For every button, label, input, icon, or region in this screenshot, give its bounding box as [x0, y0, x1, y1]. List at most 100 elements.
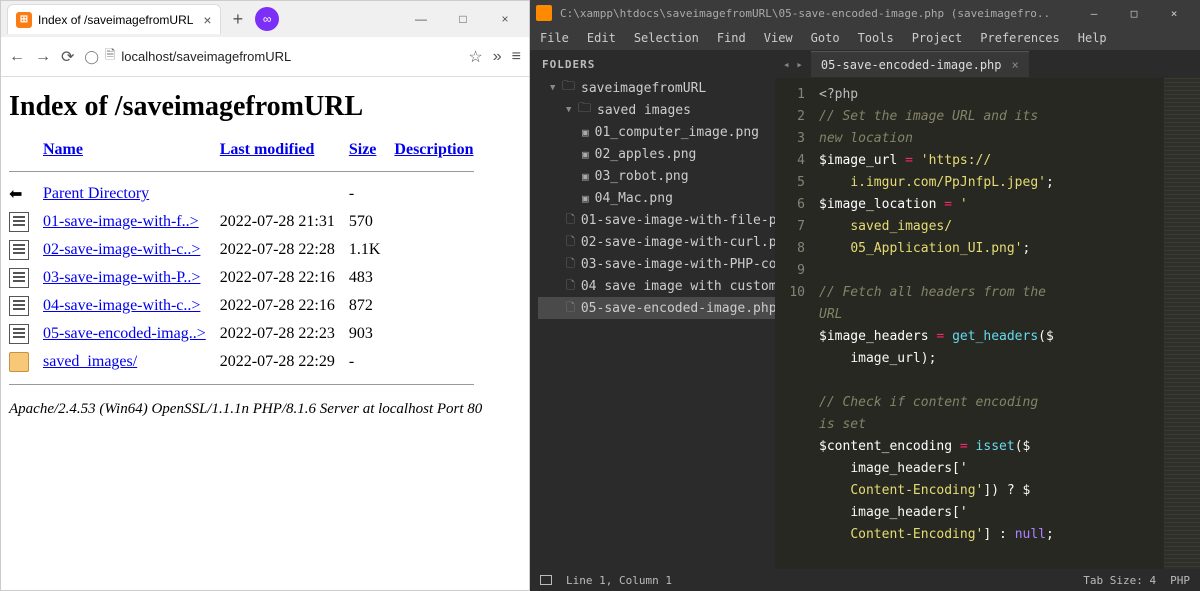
- file-link[interactable]: 03-save-image-with-P..>: [43, 269, 200, 286]
- server-signature: Apache/2.4.53 (Win64) OpenSSL/1.1.1n PHP…: [9, 401, 521, 418]
- tree-image[interactable]: ▣01_computer_image.png: [538, 121, 775, 143]
- reload-icon[interactable]: ⟳: [61, 47, 74, 67]
- tree-file[interactable]: 🗋04 save image with custom: [538, 275, 775, 297]
- file-icon: 🗋: [566, 277, 575, 296]
- image-icon: ▣: [582, 126, 589, 139]
- table-row: 03-save-image-with-P..>2022-07-28 22:164…: [9, 264, 488, 292]
- table-row: 05-save-encoded-imag..>2022-07-28 22:239…: [9, 320, 488, 348]
- browser-tabbar: ⊞ Index of /saveimagefromURL × + ∞ — □ ×: [1, 1, 529, 37]
- window-minimize-icon[interactable]: —: [403, 5, 439, 33]
- menu-view[interactable]: View: [764, 31, 793, 45]
- menu-tools[interactable]: Tools: [858, 31, 894, 45]
- tree-folder-root[interactable]: ▼🗀saveimagefromURL: [538, 77, 775, 99]
- tab-close-icon[interactable]: ×: [1012, 58, 1019, 72]
- col-name[interactable]: Name: [43, 141, 83, 158]
- tab-close-icon[interactable]: ×: [203, 12, 211, 28]
- source[interactable]: <?php // Set the image URL and its new l…: [815, 78, 1164, 569]
- image-icon: ▣: [582, 192, 589, 205]
- folder-sidebar: FOLDERS ▼🗀saveimagefromURL ▼🗀saved image…: [530, 50, 775, 569]
- window-maximize-icon[interactable]: □: [445, 5, 481, 33]
- menu-edit[interactable]: Edit: [587, 31, 616, 45]
- menu-file[interactable]: File: [540, 31, 569, 45]
- folder-icon: [9, 352, 29, 372]
- window-maximize-icon[interactable]: □: [1114, 7, 1154, 20]
- window-close-icon[interactable]: ×: [487, 5, 523, 33]
- panel-icon[interactable]: [540, 575, 552, 585]
- file-link[interactable]: 01-save-image-with-f..>: [43, 213, 199, 230]
- tab-nav-icon[interactable]: ◂ ▸: [775, 58, 811, 71]
- file-icon: 🗋: [566, 255, 575, 274]
- gutter: 12345678910: [775, 78, 815, 569]
- file-icon: 🗋: [566, 211, 575, 230]
- tree-file[interactable]: 🗋03-save-image-with-PHP-co: [538, 253, 775, 275]
- text-file-icon: [9, 296, 29, 316]
- shield-icon: ◯: [84, 49, 99, 65]
- editor-title: C:\xampp\htdocs\saveimagefromURL\05-save…: [560, 7, 1050, 20]
- image-icon: ▣: [582, 148, 589, 161]
- bookmark-icon[interactable]: ☆: [468, 47, 482, 67]
- directory-listing: Name Last modified Size Description ⬅ Pa…: [9, 141, 488, 393]
- language-mode[interactable]: PHP: [1170, 574, 1190, 587]
- file-link[interactable]: 05-save-encoded-imag..>: [43, 325, 206, 342]
- tree-folder[interactable]: ▼🗀saved images: [538, 99, 775, 121]
- profile-icon[interactable]: ∞: [255, 7, 279, 31]
- menu-icon[interactable]: ≡: [512, 48, 521, 66]
- firefox-window: ⊞ Index of /saveimagefromURL × + ∞ — □ ×…: [0, 0, 530, 591]
- cursor-position[interactable]: Line 1, Column 1: [566, 574, 672, 587]
- status-bar: Line 1, Column 1 Tab Size: 4 PHP: [530, 569, 1200, 591]
- sublime-window: C:\xampp\htdocs\saveimagefromURL\05-save…: [530, 0, 1200, 591]
- minimap[interactable]: [1164, 78, 1200, 569]
- col-size[interactable]: Size: [349, 141, 377, 158]
- overflow-icon[interactable]: »: [493, 48, 502, 66]
- tree-image[interactable]: ▣02_apples.png: [538, 143, 775, 165]
- file-link[interactable]: 04-save-image-with-c..>: [43, 297, 200, 314]
- tree-image[interactable]: ▣04_Mac.png: [538, 187, 775, 209]
- col-modified[interactable]: Last modified: [220, 141, 315, 158]
- parent-directory-row: ⬅ Parent Directory -: [9, 180, 488, 208]
- back-icon[interactable]: ←: [9, 48, 25, 66]
- file-icon: 🗋: [566, 299, 575, 318]
- code-editor[interactable]: 12345678910 <?php // Set the image URL a…: [775, 78, 1200, 569]
- browser-tab[interactable]: ⊞ Index of /saveimagefromURL ×: [7, 4, 221, 34]
- folder-icon: 🗀: [578, 99, 591, 121]
- menu-project[interactable]: Project: [912, 31, 963, 45]
- xampp-icon: ⊞: [16, 12, 32, 28]
- tab-size[interactable]: Tab Size: 4: [1083, 574, 1156, 587]
- url-text: localhost/saveimagefromURL: [121, 49, 291, 64]
- editor-tab[interactable]: 05-save-encoded-image.php×: [811, 51, 1029, 77]
- menu-goto[interactable]: Goto: [811, 31, 840, 45]
- table-row: 01-save-image-with-f..>2022-07-28 21:315…: [9, 208, 488, 236]
- url-bar[interactable]: ◯ 🗎 localhost/saveimagefromURL: [84, 46, 458, 68]
- menu-selection[interactable]: Selection: [634, 31, 699, 45]
- tree-image[interactable]: ▣03_robot.png: [538, 165, 775, 187]
- tree-file-selected[interactable]: 🗋05-save-encoded-image.php: [538, 297, 775, 319]
- forward-icon[interactable]: →: [35, 48, 51, 66]
- editor-titlebar: C:\xampp\htdocs\saveimagefromURL\05-save…: [530, 0, 1200, 26]
- menu-help[interactable]: Help: [1078, 31, 1107, 45]
- new-tab-button[interactable]: +: [227, 9, 250, 30]
- file-link[interactable]: 02-save-image-with-c..>: [43, 241, 200, 258]
- menu-preferences[interactable]: Preferences: [980, 31, 1059, 45]
- table-row: 04-save-image-with-c..>2022-07-28 22:168…: [9, 292, 488, 320]
- back-arrow-icon: ⬅: [9, 184, 29, 204]
- tree-file[interactable]: 🗋02-save-image-with-curl.php: [538, 231, 775, 253]
- window-minimize-icon[interactable]: —: [1074, 7, 1114, 20]
- sublime-icon: [536, 5, 552, 21]
- image-icon: ▣: [582, 170, 589, 183]
- document-icon: 🗎: [105, 46, 115, 68]
- menu-find[interactable]: Find: [717, 31, 746, 45]
- window-close-icon[interactable]: ×: [1154, 7, 1194, 20]
- folder-link[interactable]: saved_images/: [43, 353, 137, 370]
- col-description[interactable]: Description: [394, 141, 473, 158]
- parent-directory-link[interactable]: Parent Directory: [43, 185, 149, 202]
- text-file-icon: [9, 240, 29, 260]
- folders-header: FOLDERS: [542, 58, 775, 71]
- code-area: ◂ ▸ 05-save-encoded-image.php× 123456789…: [775, 50, 1200, 569]
- table-row: saved_images/2022-07-28 22:29-: [9, 348, 488, 376]
- text-file-icon: [9, 212, 29, 232]
- editor-menubar: File Edit Selection Find View Goto Tools…: [530, 26, 1200, 50]
- table-row: 02-save-image-with-c..>2022-07-28 22:281…: [9, 236, 488, 264]
- tree-file[interactable]: 🗋01-save-image-with-file-put-: [538, 209, 775, 231]
- page-title: Index of /saveimagefromURL: [9, 91, 521, 123]
- text-file-icon: [9, 268, 29, 288]
